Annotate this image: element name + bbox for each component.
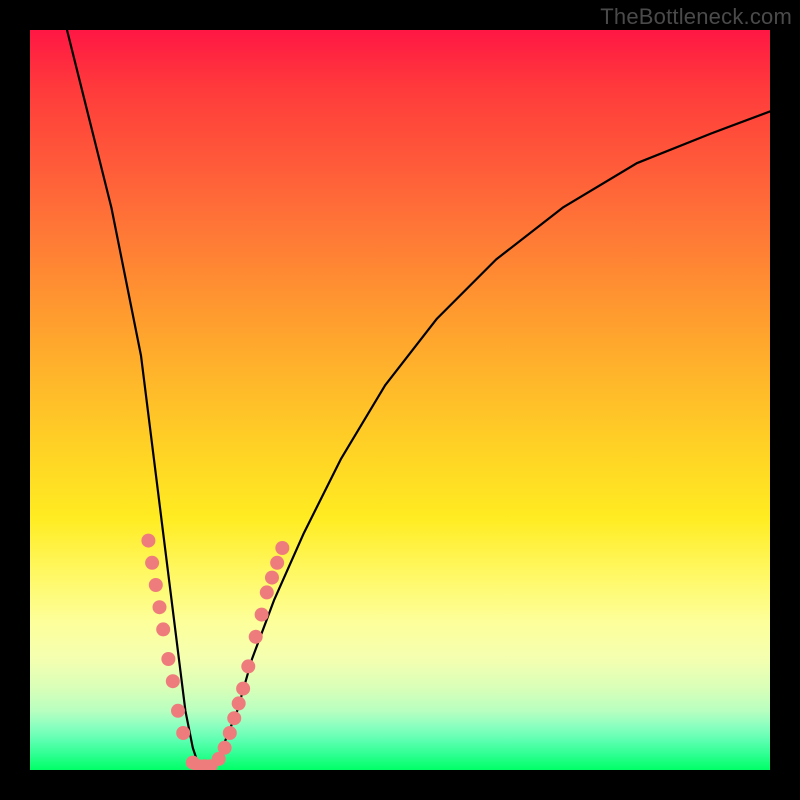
highlight-dot: [249, 630, 263, 644]
highlight-dot: [149, 578, 163, 592]
chart-frame: TheBottleneck.com: [0, 0, 800, 800]
highlight-dot: [156, 622, 170, 636]
watermark: TheBottleneck.com: [600, 4, 792, 30]
highlight-dot: [161, 652, 175, 666]
highlight-dot: [218, 741, 232, 755]
highlight-dot: [153, 600, 167, 614]
highlight-dot: [275, 541, 289, 555]
highlight-dot: [176, 726, 190, 740]
highlight-dot: [265, 571, 279, 585]
highlight-dot: [212, 752, 226, 766]
highlight-dot: [270, 556, 284, 570]
highlight-dot: [166, 674, 180, 688]
bottleneck-curve: [30, 30, 770, 770]
highlight-dot: [171, 704, 185, 718]
highlight-dot: [186, 756, 200, 770]
highlight-dot: [223, 726, 237, 740]
highlight-dot: [241, 659, 255, 673]
highlight-dot: [192, 759, 206, 770]
highlight-dot: [204, 759, 218, 770]
bottleneck-curve-path: [67, 30, 770, 770]
highlight-dot: [255, 608, 269, 622]
highlight-dot: [260, 585, 274, 599]
highlight-dot: [236, 682, 250, 696]
highlight-dot: [232, 696, 246, 710]
highlight-dot: [227, 711, 241, 725]
highlight-dot: [145, 556, 159, 570]
plot-area: [30, 30, 770, 770]
highlight-dot: [141, 534, 155, 548]
highlight-dot: [198, 759, 212, 770]
